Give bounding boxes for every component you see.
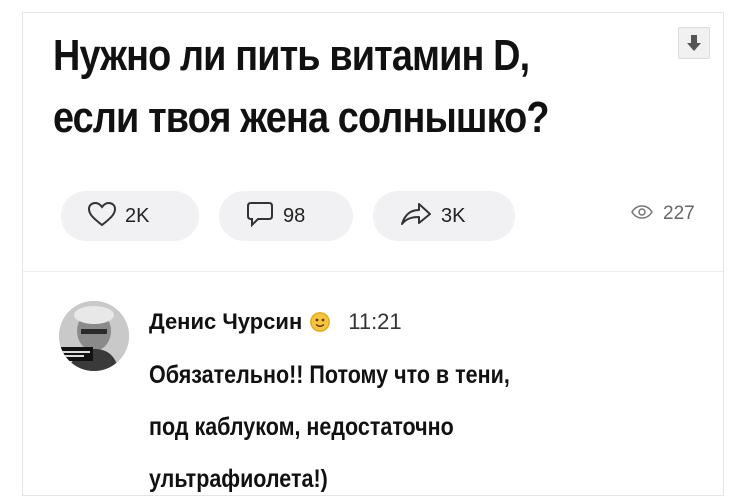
views-count: 227 [663,203,695,224]
comment-button[interactable]: 98 [219,191,353,241]
eye-icon [631,203,653,225]
post-card: Нужно ли пить витамин D, если твоя жена … [22,12,724,496]
share-button[interactable]: 3K [373,191,515,241]
avatar[interactable] [59,301,129,371]
like-count: 2K [125,204,150,227]
share-count: 3K [441,204,466,227]
comment-line-2: под каблуком, недостаточно [149,413,454,441]
download-button[interactable] [678,27,710,59]
comment-author[interactable]: Денис Чурсин [149,309,302,335]
heart-icon [87,201,117,232]
comment-line-1: Обязательно!! Потому что в тени, [149,361,510,389]
speech-bubble-icon [245,200,275,233]
comment-line-3: ультрафиолета!) [149,465,328,493]
comment-time: 11:21 [348,309,402,334]
emoji-badge-icon [310,312,331,332]
comment-count: 98 [283,204,306,227]
views-counter: 227 [631,203,695,225]
comment-header: Денис Чурсин 11:21 [149,309,402,335]
comment-body: Обязательно!! Потому что в тени, под каб… [149,349,596,495]
like-button[interactable]: 2K [61,191,199,241]
post-title-line-1: Нужно ли пить витамин D, [53,31,530,80]
post-title-line-2: если твоя жена солнышко? [53,93,550,142]
post-title: Нужно ли пить витамин D, если твоя жена … [53,25,578,149]
share-arrow-icon [399,200,433,233]
divider [23,271,723,272]
download-arrow-icon [686,34,702,52]
